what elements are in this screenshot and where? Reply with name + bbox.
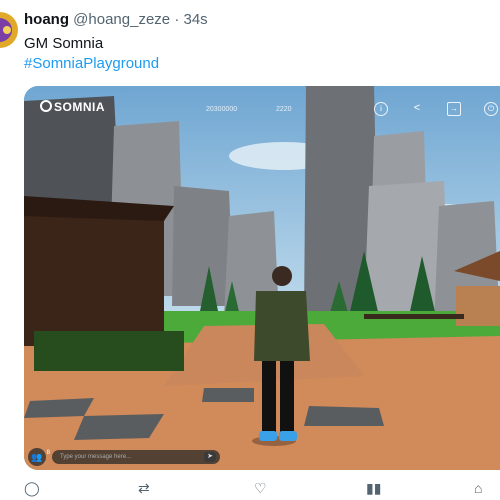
game-stat-1: 20300000 (206, 106, 238, 113)
bookmark-icon[interactable]: ⌂ (474, 480, 482, 496)
tweet-text: GM Somnia (24, 35, 104, 52)
exit-icon[interactable]: → (447, 102, 461, 116)
views-icon[interactable]: ▮▮ (366, 480, 381, 497)
hashtag-link[interactable]: #SomniaPlayground (24, 55, 159, 72)
timestamp[interactable]: 34s (183, 11, 207, 28)
info-icon[interactable]: i (374, 102, 388, 116)
somnia-logo: SOMNIA (40, 100, 105, 114)
user-handle[interactable]: @hoang_zeze (73, 11, 170, 28)
reply-icon[interactable]: ◯ (24, 480, 40, 497)
chat-input[interactable]: Type your message here... (52, 450, 220, 464)
separator: · (174, 11, 180, 28)
tweet-media-image[interactable]: SOMNIA 20300000 2220 i < → ⏻ 👥 8 Type you… (24, 86, 500, 470)
send-icon[interactable]: ➤ (204, 452, 216, 462)
share-icon[interactable]: < (411, 102, 423, 114)
tweet-actions: ◯ ⇄ ♡ ▮▮ ⌂ (0, 478, 500, 500)
tweet-header: hoang @hoang_zeze · 34s (24, 11, 208, 28)
players-button[interactable]: 👥 8 (28, 448, 50, 466)
display-name[interactable]: hoang (24, 11, 69, 28)
like-icon[interactable]: ♡ (254, 480, 267, 497)
game-scene (24, 86, 500, 470)
retweet-icon[interactable]: ⇄ (138, 480, 150, 497)
game-stat-2: 2220 (276, 106, 292, 113)
power-icon[interactable]: ⏻ (484, 102, 498, 116)
avatar[interactable] (0, 12, 18, 48)
